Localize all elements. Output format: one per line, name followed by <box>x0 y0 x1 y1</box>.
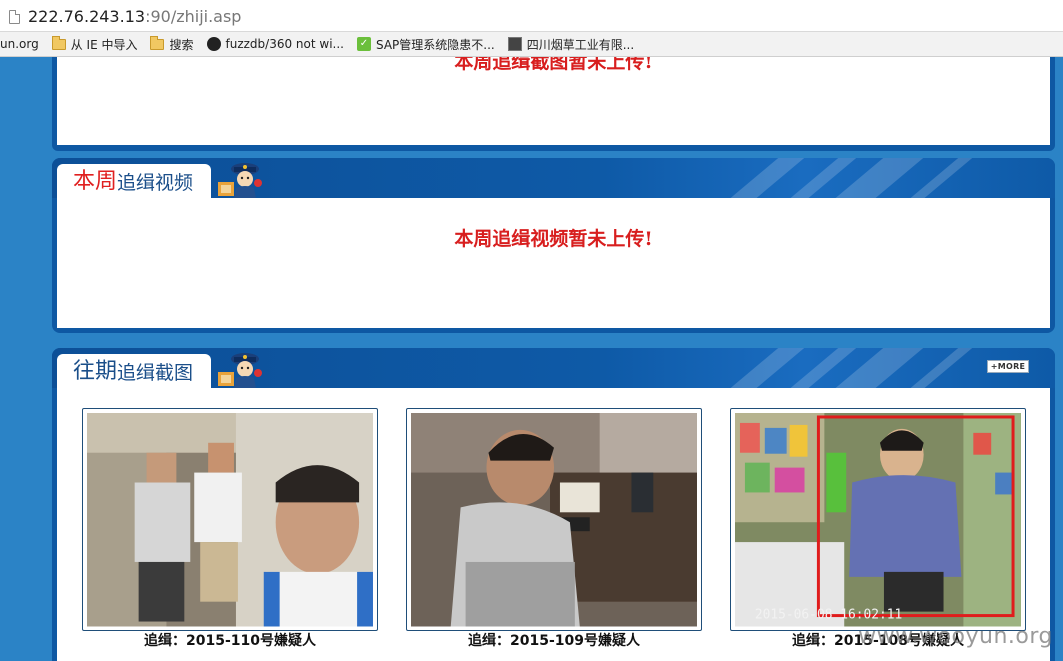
suspect-photo-caption[interactable]: 追缉：2015-109号嫌疑人 <box>406 630 702 650</box>
weekly-video-notice: 本周追缉视频暂未上传! <box>454 228 653 250</box>
suspect-photo-card[interactable] <box>82 408 378 631</box>
panel-header: 本周 追缉视频 <box>52 158 1055 198</box>
bookmark-import-from-ie[interactable]: 从 IE 中导入 <box>51 35 138 53</box>
bookmarks-bar: un.org 从 IE 中导入 搜索 fuzzdb/360 not wi... … <box>0 32 1063 57</box>
police-mascot-icon <box>218 353 262 388</box>
folder-icon <box>150 35 165 50</box>
section-title: 往期 追缉截图 <box>57 354 211 388</box>
bookmark-fuzzdb[interactable]: fuzzdb/360 not wi... <box>206 37 344 51</box>
bookmark-label: 四川烟草工业有限... <box>526 37 635 52</box>
tobacco-icon <box>507 37 522 51</box>
page-content: 本周追缉截图暂未上传! 本周 追缉视频 本周追缉视频暂未上传! 往期 追缉截图 … <box>0 57 1063 661</box>
bookmark-label: 搜索 <box>169 37 194 52</box>
sap-icon: ✓ <box>356 37 371 51</box>
suspect-photo <box>87 413 373 627</box>
url-field[interactable]: 222.76.243.13:90/zhiji.asp <box>0 3 1063 30</box>
weekly-screenshot-panel: 本周追缉截图暂未上传! <box>52 57 1055 151</box>
github-icon <box>206 37 221 51</box>
page-icon <box>9 9 20 24</box>
title-first: 往期 <box>73 359 118 384</box>
suspect-photo-card[interactable] <box>406 408 702 631</box>
police-mascot-icon <box>218 163 262 198</box>
url-path: :90/zhiji.asp <box>145 7 242 26</box>
past-screenshots-panel: 往期 追缉截图 +MORE 追缉：2015-110号嫌疑人 追缉：2015-10… <box>52 348 1055 661</box>
suspect-photo-caption[interactable]: 追缉：2015-110号嫌疑人 <box>82 630 378 650</box>
bookmark-search[interactable]: 搜索 <box>150 35 194 53</box>
weekly-screenshot-notice: 本周追缉截图暂未上传! <box>454 57 653 73</box>
bookmark-un-org[interactable]: un.org <box>0 37 39 51</box>
browser-address-bar[interactable]: 222.76.243.13:90/zhiji.asp <box>0 0 1063 32</box>
section-title: 本周 追缉视频 <box>57 164 211 198</box>
suspect-photo: 2015-06-08 16:02:11 <box>735 413 1021 627</box>
url-host: 222.76.243.13 <box>28 7 146 26</box>
panel-header: 往期 追缉截图 +MORE <box>52 348 1055 388</box>
bookmark-label: SAP管理系统隐患不... <box>375 37 495 52</box>
panel-body: 追缉：2015-110号嫌疑人 追缉：2015-109号嫌疑人 2015-06-… <box>57 388 1050 661</box>
bookmark-label: 从 IE 中导入 <box>70 37 138 52</box>
more-button[interactable]: +MORE <box>987 360 1029 373</box>
folder-icon <box>51 35 66 50</box>
watermark: www.wooyun.org <box>858 624 1053 649</box>
title-rest: 追缉视频 <box>117 172 194 194</box>
title-rest: 追缉截图 <box>117 362 194 384</box>
suspect-photo-card[interactable]: 2015-06-08 16:02:11 <box>730 408 1026 631</box>
bookmark-label: un.org <box>0 37 39 51</box>
suspect-photo <box>411 413 697 627</box>
weekly-video-panel: 本周 追缉视频 本周追缉视频暂未上传! <box>52 158 1055 333</box>
bookmark-sap[interactable]: ✓ SAP管理系统隐患不... <box>356 36 495 53</box>
bookmark-label: fuzzdb/360 not wi... <box>225 37 344 51</box>
panel-body: 本周追缉截图暂未上传! <box>57 57 1050 145</box>
title-accent: 本周 <box>73 169 118 194</box>
panel-body: 本周追缉视频暂未上传! <box>57 198 1050 328</box>
bookmark-sichuan-tobacco[interactable]: 四川烟草工业有限... <box>507 36 635 53</box>
photo-timestamp-overlay: 2015-06-08 16:02:11 <box>755 608 902 623</box>
